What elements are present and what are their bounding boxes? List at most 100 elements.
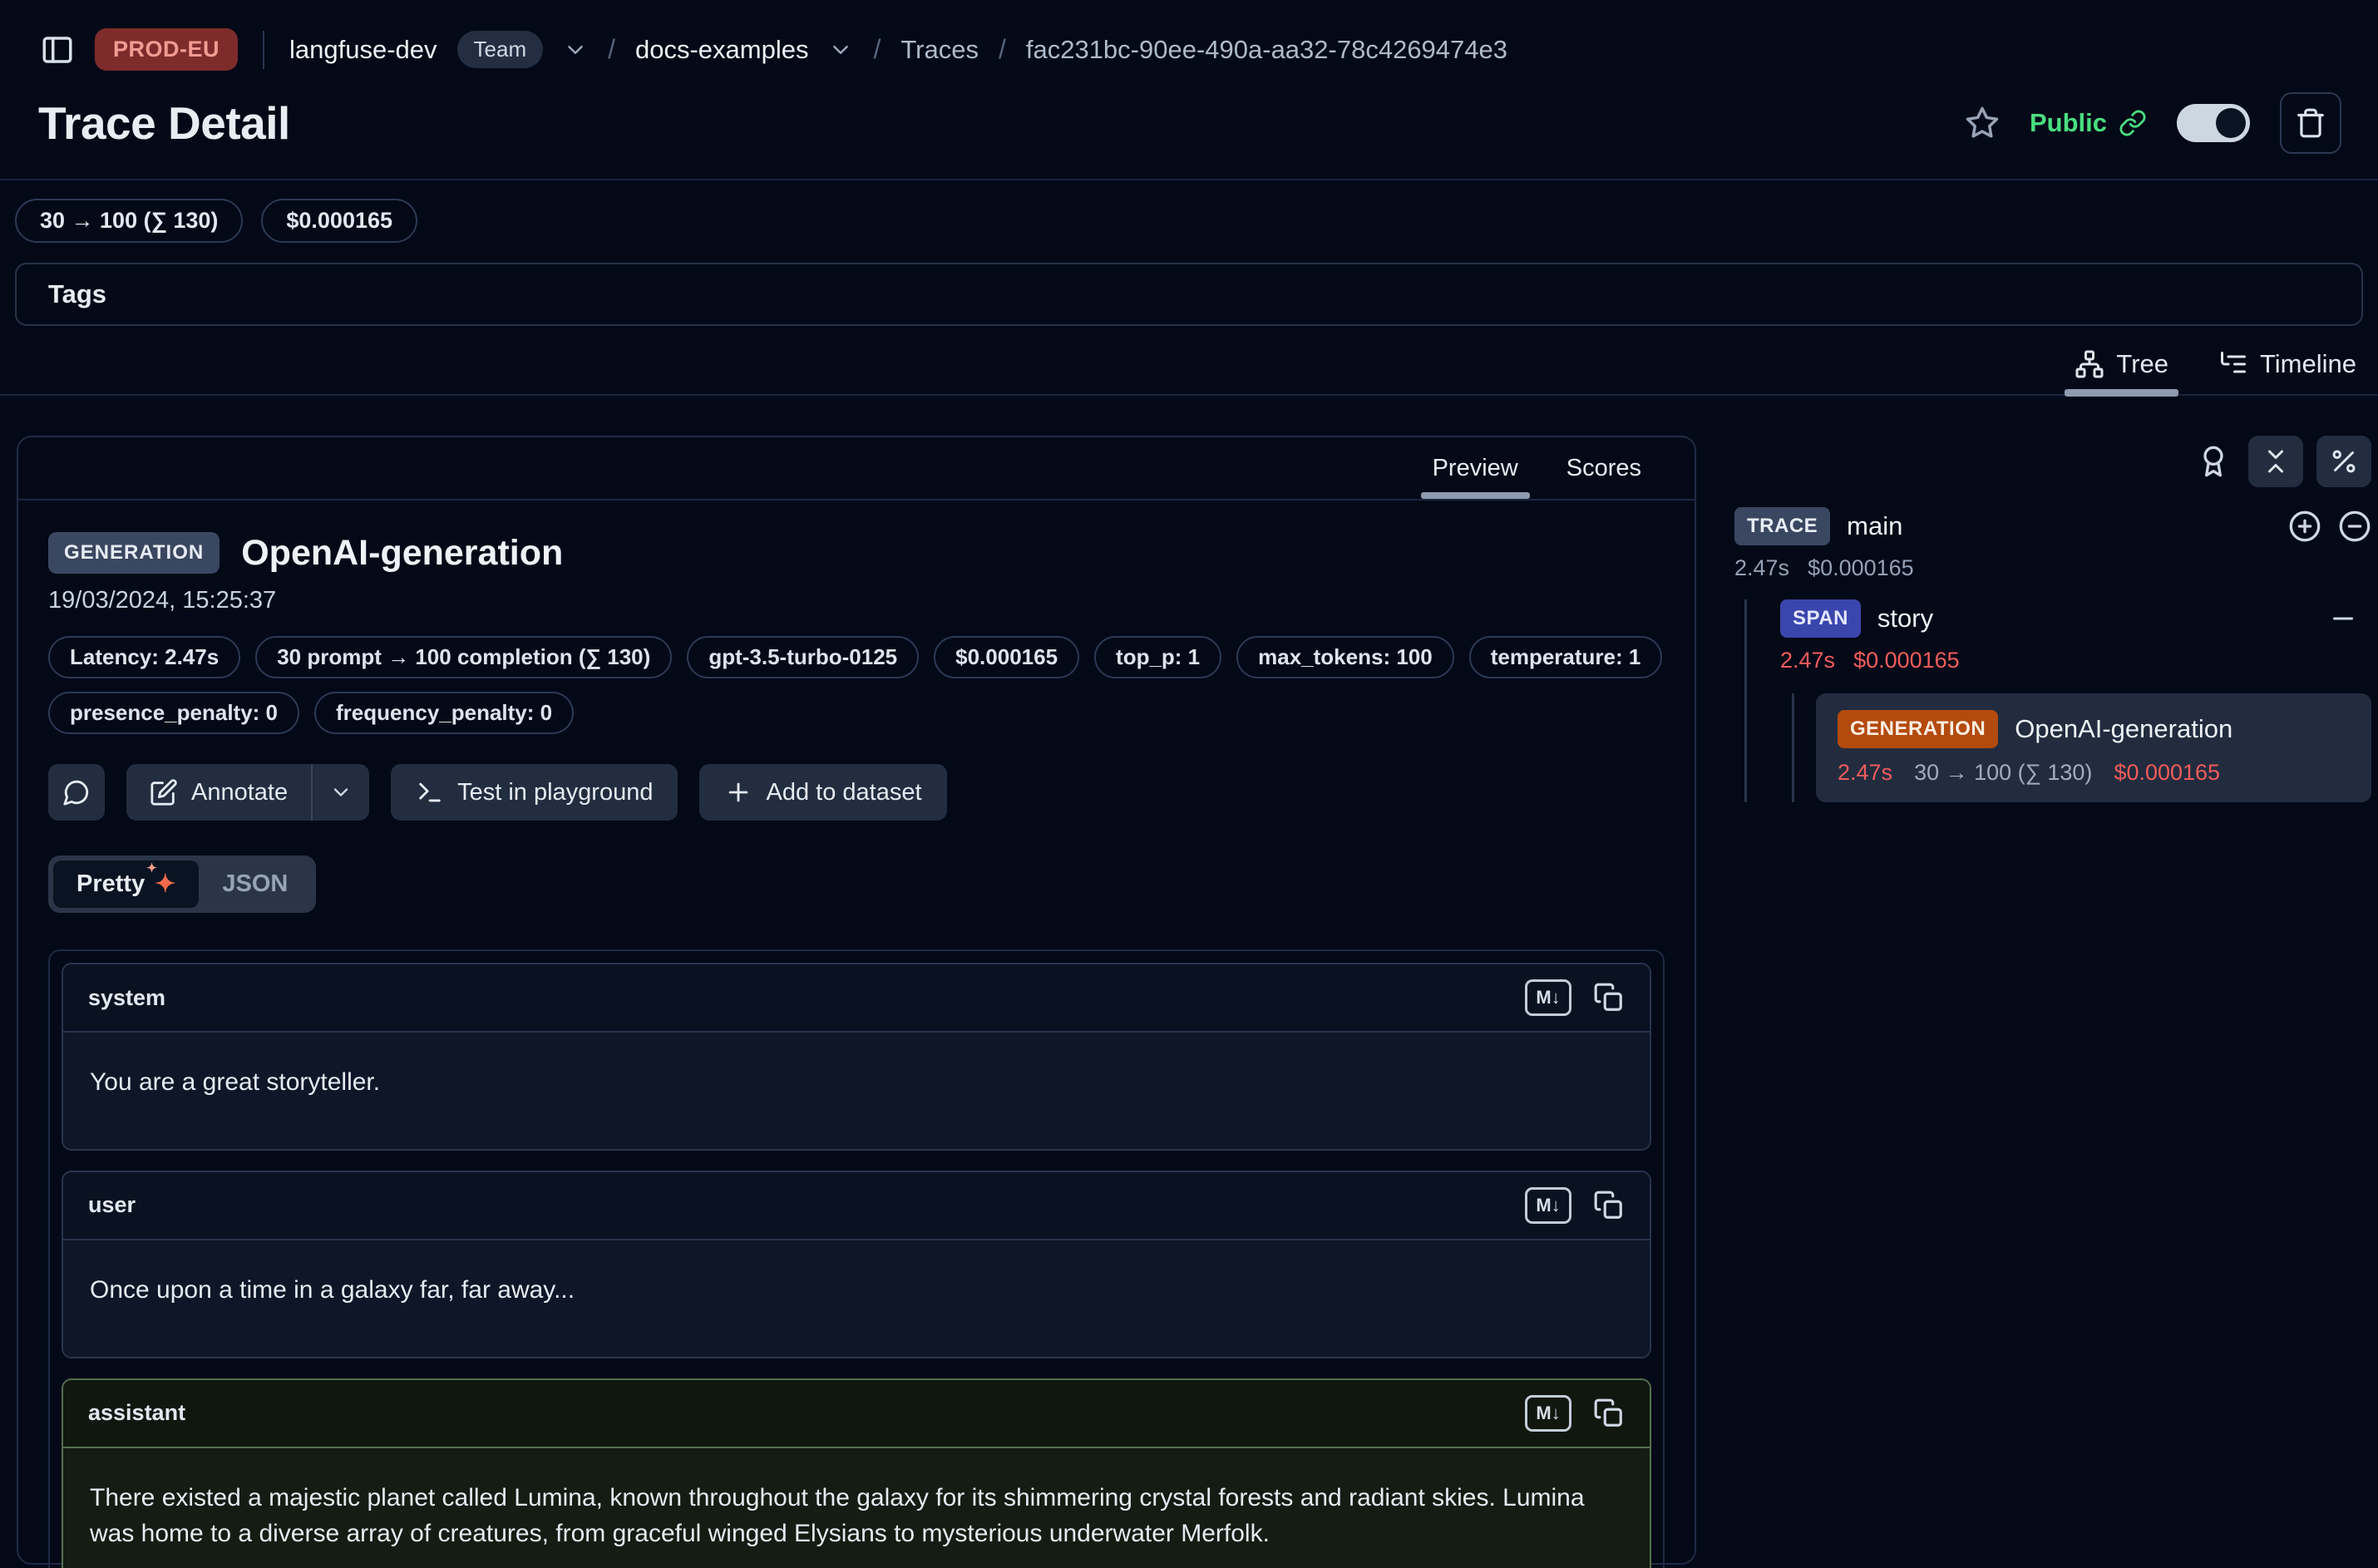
collapse-node-icon[interactable]	[2328, 604, 2358, 634]
sparkles-icon: ✦✦	[155, 872, 175, 897]
message-user: user M↓ Once upon a time in a galaxy far…	[62, 1171, 1651, 1358]
format-json[interactable]: JSON	[199, 860, 311, 908]
generation-usage: 30 → 100 (∑ 130)	[1914, 760, 2092, 786]
breadcrumb-separator: /	[999, 34, 1006, 65]
param-model: gpt-3.5-turbo-0125	[687, 636, 919, 678]
observation-type-badge: GENERATION	[48, 532, 220, 574]
tab-scores[interactable]: Scores	[1566, 437, 1641, 499]
tree-node-trace[interactable]: TRACE main 2.47s $0.000165 SP	[1734, 507, 2371, 802]
trace-metrics-row: 30 → 100 (∑ 130) $0.000165	[0, 180, 2378, 243]
tree-node-span[interactable]: SPAN story	[1780, 599, 2371, 638]
terminal-icon	[416, 778, 444, 806]
generation-name: OpenAI-generation	[2015, 714, 2232, 744]
span-name: story	[1877, 604, 1933, 634]
comment-button[interactable]	[48, 764, 105, 821]
metrics-toggle-button[interactable]	[2316, 436, 2371, 487]
zoom-in-icon[interactable]	[2288, 510, 2321, 543]
add-to-dataset-button[interactable]: Add to dataset	[699, 764, 946, 821]
topbar-divider	[263, 31, 264, 69]
chevron-down-icon[interactable]	[563, 37, 588, 62]
chevron-down-icon[interactable]	[828, 37, 853, 62]
span-latency: 2.47s	[1780, 648, 1835, 673]
chevron-down-icon	[329, 781, 353, 804]
breadcrumb-trace-id: fac231bc-90ee-490a-aa32-78c4269474e3	[1026, 35, 1507, 65]
message-assistant: assistant M↓ There existed a majestic pl…	[62, 1378, 1651, 1568]
content-area: Preview Scores GENERATION OpenAI-generat…	[0, 396, 2378, 1565]
breadcrumb-org[interactable]: langfuse-dev	[289, 35, 437, 65]
observation-header: GENERATION OpenAI-generation	[48, 532, 1665, 574]
observation-card: Preview Scores GENERATION OpenAI-generat…	[17, 436, 1696, 1565]
token-usage-badge: 30 → 100 (∑ 130)	[15, 199, 243, 243]
format-toggle: Pretty ✦✦ JSON	[48, 855, 316, 913]
markdown-toggle-icon[interactable]: M↓	[1525, 1187, 1571, 1224]
org-type-badge: Team	[457, 31, 544, 68]
markdown-toggle-icon[interactable]: M↓	[1525, 979, 1571, 1016]
param-temperature: temperature: 1	[1469, 636, 1663, 678]
tags-label: Tags	[48, 279, 106, 308]
trace-badge: TRACE	[1734, 507, 1830, 545]
environment-badge: PROD-EU	[95, 28, 238, 71]
fold-vertical-icon	[2261, 446, 2291, 476]
page-title: Trace Detail	[38, 96, 290, 150]
copy-icon[interactable]	[1593, 982, 1625, 1013]
breadcrumb-traces[interactable]: Traces	[900, 35, 979, 65]
playground-label: Test in playground	[457, 779, 653, 806]
trace-cost: $0.000165	[1808, 555, 1914, 581]
tree-toolbar	[1734, 436, 2371, 487]
tags-box[interactable]: Tags	[15, 263, 2363, 326]
message-content: Once upon a time in a galaxy far, far aw…	[63, 1240, 1650, 1357]
format-pretty[interactable]: Pretty ✦✦	[53, 860, 199, 908]
public-link[interactable]: Public	[2030, 108, 2147, 138]
plus-icon	[724, 778, 752, 806]
timeline-icon	[2218, 349, 2248, 379]
tab-tree[interactable]: Tree	[2075, 349, 2168, 394]
public-toggle[interactable]	[2177, 104, 2250, 142]
view-tabs: Tree Timeline	[0, 326, 2378, 396]
delete-trace-button[interactable]	[2280, 92, 2341, 154]
observation-params-row1: Latency: 2.47s 30 prompt → 100 completio…	[48, 636, 1665, 678]
format-pretty-label: Pretty	[76, 870, 145, 898]
tab-timeline[interactable]: Timeline	[2218, 349, 2356, 394]
tree-branch: GENERATION OpenAI-generation 2.47s 30 → …	[1792, 693, 2371, 802]
breadcrumb-separator: /	[608, 34, 615, 65]
tab-timeline-label: Timeline	[2260, 349, 2356, 379]
markdown-toggle-icon[interactable]: M↓	[1525, 1395, 1571, 1432]
tree-icon	[2075, 349, 2104, 379]
trace-name: main	[1847, 511, 1902, 541]
param-cost: $0.000165	[934, 636, 1079, 678]
copy-icon[interactable]	[1593, 1398, 1625, 1429]
star-icon[interactable]	[1965, 106, 2000, 141]
scores-award-icon[interactable]	[2192, 440, 2235, 483]
comment-icon	[62, 778, 91, 806]
tab-preview[interactable]: Preview	[1433, 437, 1518, 499]
percent-icon	[2329, 446, 2359, 476]
message-role: system	[88, 985, 165, 1011]
message-content: There existed a majestic planet called L…	[63, 1448, 1650, 1568]
sidebar-toggle-icon[interactable]	[40, 32, 75, 67]
breadcrumb: PROD-EU langfuse-dev Team / docs-example…	[0, 0, 2378, 71]
page-header: Trace Detail Public	[0, 71, 2378, 154]
tree-node-generation-selected[interactable]: GENERATION OpenAI-generation 2.47s 30 → …	[1816, 693, 2371, 802]
param-tokens: 30 prompt → 100 completion (∑ 130)	[255, 636, 672, 678]
collapse-all-button[interactable]	[2248, 436, 2303, 487]
span-metrics: 2.47s $0.000165	[1780, 648, 2371, 673]
copy-icon[interactable]	[1593, 1190, 1625, 1221]
breadcrumb-separator: /	[873, 34, 881, 65]
zoom-out-icon[interactable]	[2338, 510, 2371, 543]
link-icon	[2119, 109, 2147, 137]
playground-button[interactable]: Test in playground	[391, 764, 678, 821]
generation-metrics: 2.47s 30 → 100 (∑ 130) $0.000165	[1838, 760, 2350, 786]
trace-detail-page: PROD-EU langfuse-dev Team / docs-example…	[0, 0, 2378, 1568]
observation-timestamp: 19/03/2024, 15:25:37	[48, 587, 1665, 614]
annotate-dropdown-button[interactable]	[311, 764, 369, 821]
trace-metrics: 2.47s $0.000165	[1734, 555, 2371, 581]
cost-badge: $0.000165	[261, 199, 417, 243]
annotate-button[interactable]: Annotate	[126, 764, 311, 821]
add-to-dataset-label: Add to dataset	[766, 779, 921, 806]
trace-latency: 2.47s	[1734, 555, 1789, 581]
breadcrumb-project[interactable]: docs-examples	[635, 35, 808, 65]
actions-row: Annotate Test in playground Add to datas…	[48, 764, 1665, 821]
public-label: Public	[2030, 108, 2107, 138]
annotate-label: Annotate	[191, 779, 288, 806]
param-presence-penalty: presence_penalty: 0	[48, 692, 299, 734]
